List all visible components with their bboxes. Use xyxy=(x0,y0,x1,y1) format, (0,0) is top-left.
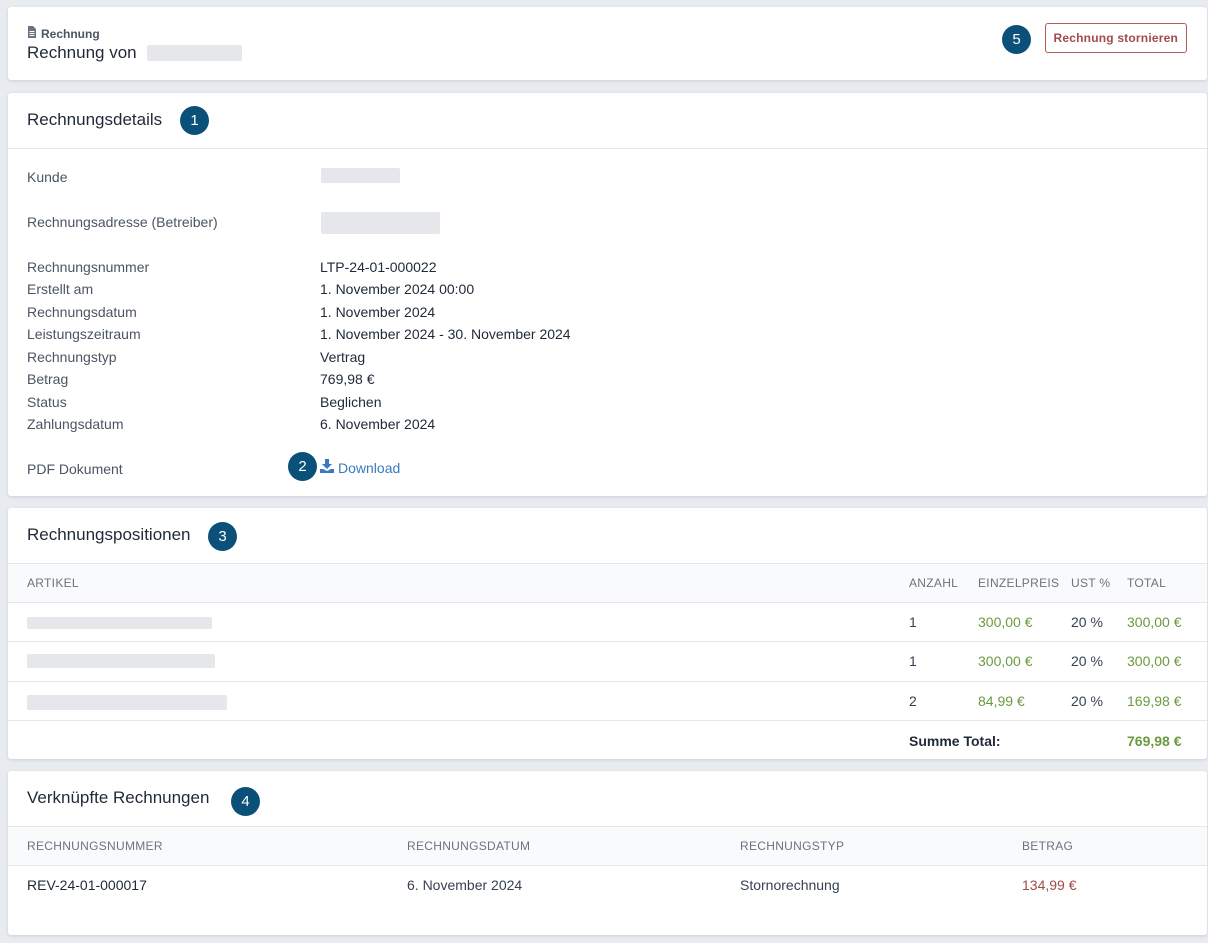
cell-nummer[interactable]: REV-24-01-000017 xyxy=(8,865,399,905)
card-header: Verknüpfte Rechnungen 4 xyxy=(8,771,1207,827)
redacted-adresse xyxy=(321,212,440,234)
col-ust: Ust % xyxy=(1063,564,1119,603)
label-adresse: Rechnungsadresse (Betreiber) xyxy=(27,214,218,230)
annotation-badge-1: 1 xyxy=(180,106,209,135)
label-kunde: Kunde xyxy=(27,169,68,185)
label-leistungszeitraum: Leistungszeitraum xyxy=(27,326,141,342)
positions-table: Artikel Anzahl Einzelpreis Ust % Total 1… xyxy=(8,564,1207,760)
label-rechnungsdatum: Rechnungsdatum xyxy=(27,304,137,320)
value-zahlungsdatum: 6. November 2024 xyxy=(320,416,436,432)
invoice-details-card: Rechnungsdetails 1 Kunde Rechnungsadress… xyxy=(8,93,1207,496)
invoice-positions-card: Rechnungspositionen 3 Artikel Anzahl Ein… xyxy=(8,508,1207,759)
cell-artikel xyxy=(8,641,901,682)
col-einzelpreis: Einzelpreis xyxy=(970,564,1063,603)
redacted-artikel xyxy=(27,694,227,710)
col-anzahl: Anzahl xyxy=(901,564,970,603)
col-rechnungsdatum: Rechnungsdatum xyxy=(399,827,732,866)
table-row: 1 300,00 € 20 % 300,00 € xyxy=(8,641,1207,682)
cell-einzelpreis: 84,99 € xyxy=(970,681,1063,721)
sum-row: Summe Total: 769,98 € xyxy=(8,721,1207,761)
value-leistungszeitraum: 1. November 2024 - 30. November 2024 xyxy=(320,326,571,342)
document-icon xyxy=(27,26,37,41)
cell-ust: 20 % xyxy=(1063,602,1119,642)
cell-total: 300,00 € xyxy=(1119,641,1207,682)
sum-label: Summe Total: xyxy=(909,732,1001,749)
table-row: 1 300,00 € 20 % 300,00 € xyxy=(8,602,1207,642)
download-icon xyxy=(320,459,334,476)
value-rechnungsnummer: LTP-24-01-000022 xyxy=(320,259,437,275)
col-rechnungstyp: Rechnungstyp xyxy=(732,827,1014,866)
value-rechnungsdatum: 1. November 2024 xyxy=(320,304,436,320)
cell-total: 169,98 € xyxy=(1119,681,1207,721)
cell-typ: Stornorechnung xyxy=(740,877,840,893)
cell-betrag: 134,99 € xyxy=(1022,877,1077,893)
cell-anzahl: 1 xyxy=(901,641,970,682)
redacted-artikel xyxy=(27,654,215,668)
label-rechnungstyp: Rechnungstyp xyxy=(27,349,117,365)
cell-artikel xyxy=(8,681,901,721)
linked-invoices-table: Rechnungsnummer Rechnungsdatum Rechnungs… xyxy=(8,827,1207,905)
download-label: Download xyxy=(338,459,401,476)
breadcrumb-label: Rechnung xyxy=(41,26,100,41)
value-betrag: 769,98 € xyxy=(320,371,375,387)
redacted-artikel xyxy=(27,616,212,629)
cell-einzelpreis: 300,00 € xyxy=(970,602,1063,642)
cell-anzahl: 2 xyxy=(901,681,970,721)
label-pdf: PDF Dokument xyxy=(27,461,123,477)
value-rechnungstyp: Vertrag xyxy=(320,349,366,365)
value-status: Beglichen xyxy=(320,394,382,410)
table-row[interactable]: REV-24-01-000017 6. November 2024 Storno… xyxy=(8,865,1207,905)
table-header-row: Artikel Anzahl Einzelpreis Ust % Total xyxy=(8,564,1207,603)
breadcrumb: Rechnung xyxy=(27,26,100,41)
col-total: Total xyxy=(1119,564,1207,603)
cell-ust: 20 % xyxy=(1063,681,1119,721)
invoice-header-card: Rechnung Rechnung von 5 Rechnung stornie… xyxy=(8,7,1207,80)
label-rechnungsnummer: Rechnungsnummer xyxy=(27,259,150,275)
annotation-badge-5: 5 xyxy=(1002,25,1031,54)
col-artikel: Artikel xyxy=(8,564,901,603)
cell-anzahl: 1 xyxy=(901,602,970,642)
cell-ust: 20 % xyxy=(1063,641,1119,682)
cell-total: 300,00 € xyxy=(1119,602,1207,642)
annotation-badge-3: 3 xyxy=(208,522,237,551)
cell-datum: 6. November 2024 xyxy=(407,877,523,893)
col-betrag: Betrag xyxy=(1014,827,1207,866)
annotation-badge-2: 2 xyxy=(288,452,317,481)
label-zahlungsdatum: Zahlungsdatum xyxy=(27,416,124,432)
card-header: Rechnungsdetails 1 xyxy=(8,93,1207,149)
card-header: Rechnungspositionen 3 xyxy=(8,508,1207,564)
linked-title: Verknüpfte Rechnungen xyxy=(27,788,210,807)
details-title: Rechnungsdetails xyxy=(27,110,163,129)
value-erstellt: 1. November 2024 00:00 xyxy=(320,281,475,297)
cancel-invoice-button[interactable]: Rechnung stornieren xyxy=(1044,23,1187,53)
label-betrag: Betrag xyxy=(27,371,69,387)
annotation-badge-4: 4 xyxy=(231,787,260,816)
cell-artikel xyxy=(8,602,901,642)
label-erstellt: Erstellt am xyxy=(27,281,94,297)
redacted-kunde xyxy=(321,168,400,183)
table-row: 2 84,99 € 20 % 169,98 € xyxy=(8,681,1207,721)
redacted-name xyxy=(147,45,242,61)
positions-title: Rechnungspositionen xyxy=(27,525,191,544)
cell-einzelpreis: 300,00 € xyxy=(970,641,1063,682)
sum-value: 769,98 € xyxy=(1127,732,1182,749)
linked-invoices-card: Verknüpfte Rechnungen 4 Rechnungsnummer … xyxy=(8,771,1207,935)
page-title: Rechnung von xyxy=(27,43,137,62)
download-link[interactable]: Download xyxy=(320,459,400,476)
col-rechnungsnummer: Rechnungsnummer xyxy=(8,827,399,866)
table-header-row: Rechnungsnummer Rechnungsdatum Rechnungs… xyxy=(8,827,1207,866)
label-status: Status xyxy=(27,394,67,410)
